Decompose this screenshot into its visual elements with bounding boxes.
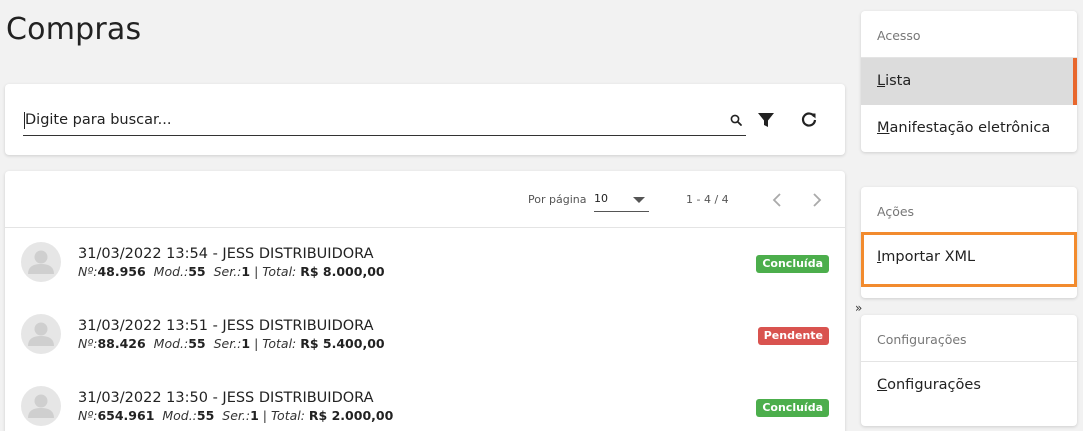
search-input[interactable] [23, 106, 713, 134]
purchase-details: Nº:88.426 Mod.:55 Ser.:1 | Total: R$ 5.4… [78, 336, 385, 351]
sidebar-access-card: Acesso Lista Manifestação eletrônica [861, 11, 1077, 152]
sidebar-section-heading: Ações [861, 187, 1077, 234]
search-icon[interactable] [729, 113, 743, 127]
purchases-list: Por página 10 1 - 4 / 4 31/03/2022 13:54… [5, 171, 845, 431]
sidebar-item-importar-xml[interactable]: Importar XML [861, 234, 1077, 298]
collapse-sidebar-toggle[interactable]: » [855, 301, 862, 315]
dropdown-arrow-icon [633, 197, 645, 203]
avatar [21, 314, 61, 354]
status-badge: Concluída [756, 399, 829, 417]
filter-button[interactable] [755, 109, 777, 131]
page-title: Compras [6, 12, 142, 47]
sidebar-item-configuracoes[interactable]: Configurações [861, 362, 1077, 426]
list-item[interactable]: 31/03/2022 13:51 - JESS DISTRIBUIDORA Nº… [5, 300, 845, 372]
per-page-value: 10 [594, 192, 608, 205]
purchase-details: Nº:48.956 Mod.:55 Ser.:1 | Total: R$ 8.0… [78, 264, 385, 279]
search-field[interactable] [23, 106, 746, 136]
refresh-icon [801, 112, 817, 127]
sidebar-settings-card: Configurações Configurações [861, 315, 1077, 426]
chevron-left-icon[interactable] [768, 190, 786, 210]
person-icon [28, 322, 54, 346]
purchase-title: 31/03/2022 13:54 - JESS DISTRIBUIDORA [78, 246, 374, 262]
status-badge: Concluída [756, 255, 829, 273]
avatar [21, 242, 61, 282]
list-item[interactable]: 31/03/2022 13:54 - JESS DISTRIBUIDORA Nº… [5, 228, 845, 300]
purchase-title: 31/03/2022 13:50 - JESS DISTRIBUIDORA [78, 390, 374, 406]
sidebar-section-heading: Acesso [861, 11, 1077, 58]
search-card [5, 84, 845, 155]
sidebar-actions-card: Ações Importar XML [861, 187, 1077, 298]
chevron-right-icon[interactable] [808, 190, 826, 210]
status-badge: Pendente [757, 327, 829, 345]
per-page-select[interactable]: 10 [594, 186, 649, 212]
sidebar-item-manifestacao-eletronica[interactable]: Manifestação eletrônica [861, 105, 1077, 152]
pagination-bar: Por página 10 1 - 4 / 4 [5, 171, 845, 228]
sidebar-section-heading: Configurações [861, 315, 1077, 362]
purchase-details: Nº:654.961 Mod.:55 Ser.:1 | Total: R$ 2.… [78, 408, 394, 423]
person-icon [28, 250, 54, 274]
person-icon [28, 394, 54, 418]
sidebar-item-lista[interactable]: Lista [861, 58, 1077, 105]
text-caret [24, 112, 25, 129]
filter-icon [758, 113, 774, 127]
list-item[interactable]: 31/03/2022 13:50 - JESS DISTRIBUIDORA Nº… [5, 372, 845, 431]
per-page-label: Por página [528, 193, 587, 206]
purchase-title: 31/03/2022 13:51 - JESS DISTRIBUIDORA [78, 318, 374, 334]
avatar [21, 386, 61, 426]
refresh-button[interactable] [798, 109, 820, 131]
page-range: 1 - 4 / 4 [686, 193, 729, 206]
